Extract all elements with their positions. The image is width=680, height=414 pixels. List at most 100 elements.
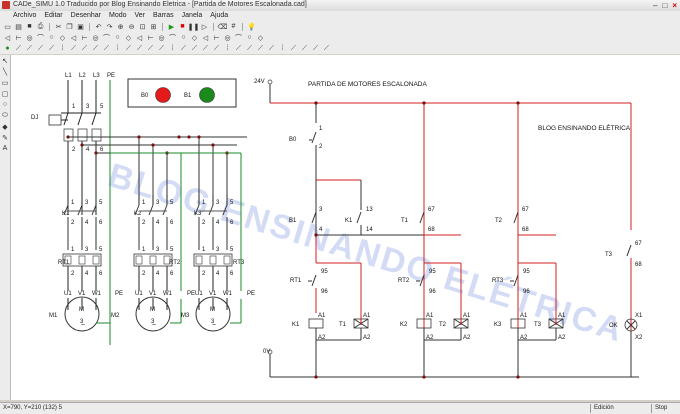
symbol-25-icon[interactable]: ⁞ <box>278 45 287 53</box>
symbol-2-icon[interactable]: ⟋ <box>25 45 34 53</box>
save-icon[interactable]: ■ <box>25 23 34 31</box>
symbol-29-icon[interactable]: ⟋ <box>322 45 331 53</box>
menu-ver[interactable]: Ver <box>131 11 150 21</box>
maximize-icon[interactable]: □ <box>662 1 667 10</box>
symbol-24-icon[interactable]: ⟋ <box>267 45 276 53</box>
component-3-icon[interactable]: ⌒ <box>36 34 45 42</box>
redo-icon[interactable]: ↷ <box>105 23 114 31</box>
component-20-icon[interactable]: ◎ <box>223 34 232 42</box>
pointer-icon[interactable]: ↖ <box>0 55 10 66</box>
component-11-icon[interactable]: ◇ <box>124 34 133 42</box>
symbol-21-icon[interactable]: ⟋ <box>234 45 243 53</box>
menu-modo[interactable]: Modo <box>105 11 131 21</box>
cut-icon[interactable]: ✂ <box>54 23 63 31</box>
symbol-8-icon[interactable]: ⟋ <box>91 45 100 53</box>
pause-icon[interactable]: ❚❚ <box>188 23 200 31</box>
component-17-icon[interactable]: ◇ <box>190 34 199 42</box>
symbol-3-icon[interactable]: ⟋ <box>36 45 45 53</box>
grid-icon[interactable]: # <box>229 23 238 31</box>
symbol-23-icon[interactable]: ⟋ <box>256 45 265 53</box>
symbol-4-icon[interactable]: ⟋ <box>47 45 56 53</box>
component-9-icon[interactable]: ⌒ <box>102 34 111 42</box>
symbol-9-icon[interactable]: ⟋ <box>102 45 111 53</box>
undo-icon[interactable]: ↶ <box>94 23 103 31</box>
symbol-10-icon[interactable]: ⁞ <box>113 45 122 53</box>
symbol-7-icon[interactable]: ⟋ <box>80 45 89 53</box>
menu-janela[interactable]: Janela <box>178 11 207 21</box>
symbol-13-icon[interactable]: ⟋ <box>146 45 155 53</box>
k-num-top: 5 <box>99 200 103 206</box>
component-4-icon[interactable]: ○ <box>47 34 56 42</box>
menu-editar[interactable]: Editar <box>40 11 66 21</box>
component-5-icon[interactable]: ◇ <box>58 34 67 42</box>
component-22-icon[interactable]: ○ <box>245 34 254 42</box>
zoom-out-icon[interactable]: ⊖ <box>127 23 136 31</box>
minimize-icon[interactable]: – <box>653 1 657 10</box>
line-icon[interactable]: ╲ <box>0 66 10 77</box>
component-10-icon[interactable]: ○ <box>113 34 122 42</box>
pen-icon[interactable]: ✎ <box>0 132 10 143</box>
symbol-12-icon[interactable]: ⟋ <box>135 45 144 53</box>
clear-icon[interactable]: ⌫ <box>218 23 228 31</box>
paste-icon[interactable]: ▣ <box>76 23 85 31</box>
print-icon[interactable]: ⎙ <box>36 23 45 31</box>
zoom-fit-icon[interactable]: ⊡ <box>138 23 147 31</box>
symbol-16-icon[interactable]: ⟋ <box>179 45 188 53</box>
ellipse-icon[interactable]: ⬭ <box>0 110 10 121</box>
play-icon[interactable]: ▶ <box>167 23 176 31</box>
copy-icon[interactable]: ❐ <box>65 23 74 31</box>
lamp-label: OK <box>609 323 618 329</box>
symbol-28-icon[interactable]: ⟋ <box>311 45 320 53</box>
fill-icon[interactable]: ◆ <box>0 121 10 132</box>
component-21-icon[interactable]: ⌒ <box>234 34 243 42</box>
component-13-icon[interactable]: ⊢ <box>146 34 155 42</box>
component-0-icon[interactable]: ◁ <box>3 34 12 42</box>
stop-icon[interactable]: ■ <box>178 23 187 31</box>
motor-tilde: ~ <box>152 322 156 329</box>
component-12-icon[interactable]: ◁ <box>135 34 144 42</box>
text-icon[interactable]: A <box>0 143 10 154</box>
circle-icon[interactable]: ○ <box>0 99 10 110</box>
k-num-bot: 2 <box>71 220 75 226</box>
open-icon[interactable]: ▤ <box>14 23 23 31</box>
zoom-in-icon[interactable]: ⊕ <box>116 23 125 31</box>
symbol-20-icon[interactable]: ⁞ <box>223 45 232 53</box>
drawing-canvas[interactable]: BLOG ENSINANDO ELÉTRICA L1 L2 L3 PE DJ 1 2 3 4 5 6 K… <box>11 55 680 400</box>
component-19-icon[interactable]: ⊢ <box>212 34 221 42</box>
new-icon[interactable]: ▭ <box>3 23 12 31</box>
menu-ajuda[interactable]: Ajuda <box>206 11 232 21</box>
component-1-icon[interactable]: ⊢ <box>14 34 23 42</box>
menu-archivo[interactable]: Archivo <box>0 11 40 21</box>
symbol-27-icon[interactable]: ⟋ <box>300 45 309 53</box>
menu-desenhar[interactable]: Desenhar <box>67 11 105 21</box>
idea-icon[interactable]: 💡 <box>247 23 256 31</box>
component-16-icon[interactable]: ○ <box>179 34 188 42</box>
symbol-0-icon[interactable]: ● <box>3 45 12 53</box>
symbol-1-icon[interactable]: ⟋ <box>14 45 23 53</box>
rounded-rect-icon[interactable]: ▢ <box>0 88 10 99</box>
symbol-6-icon[interactable]: ⟋ <box>69 45 78 53</box>
close-icon[interactable]: × <box>672 1 677 10</box>
component-2-icon[interactable]: ◎ <box>25 34 34 42</box>
symbol-14-icon[interactable]: ⟋ <box>157 45 166 53</box>
symbol-19-icon[interactable]: ⟋ <box>212 45 221 53</box>
component-8-icon[interactable]: ◎ <box>91 34 100 42</box>
symbol-22-icon[interactable]: ⟋ <box>245 45 254 53</box>
symbol-18-icon[interactable]: ⟋ <box>201 45 210 53</box>
component-14-icon[interactable]: ◎ <box>157 34 166 42</box>
component-15-icon[interactable]: ⌒ <box>168 34 177 42</box>
step-icon[interactable]: ▷ <box>200 23 209 31</box>
symbol-17-icon[interactable]: ⟋ <box>190 45 199 53</box>
symbol-26-icon[interactable]: ⟋ <box>289 45 298 53</box>
zoom-window-icon[interactable]: ⊞ <box>149 23 158 31</box>
symbol-15-icon[interactable]: ⁞ <box>168 45 177 53</box>
menu-barras[interactable]: Barras <box>149 11 178 21</box>
component-6-icon[interactable]: ◁ <box>69 34 78 42</box>
components-toolbar: ◁ ⊢ ◎ ⌒ ○ ◇ ◁ ⊢ ◎ ⌒ ○ ◇ ◁ ⊢ ◎ ⌒ ○ ◇ ◁ ⊢ ◎ ⌒ ○ ◇ <box>0 32 680 43</box>
component-18-icon[interactable]: ◁ <box>201 34 210 42</box>
symbol-5-icon[interactable]: ⁞ <box>58 45 67 53</box>
component-23-icon[interactable]: ◇ <box>256 34 265 42</box>
component-7-icon[interactable]: ⊢ <box>80 34 89 42</box>
rectangle-icon[interactable]: ▭ <box>0 77 10 88</box>
symbol-11-icon[interactable]: ⟋ <box>124 45 133 53</box>
